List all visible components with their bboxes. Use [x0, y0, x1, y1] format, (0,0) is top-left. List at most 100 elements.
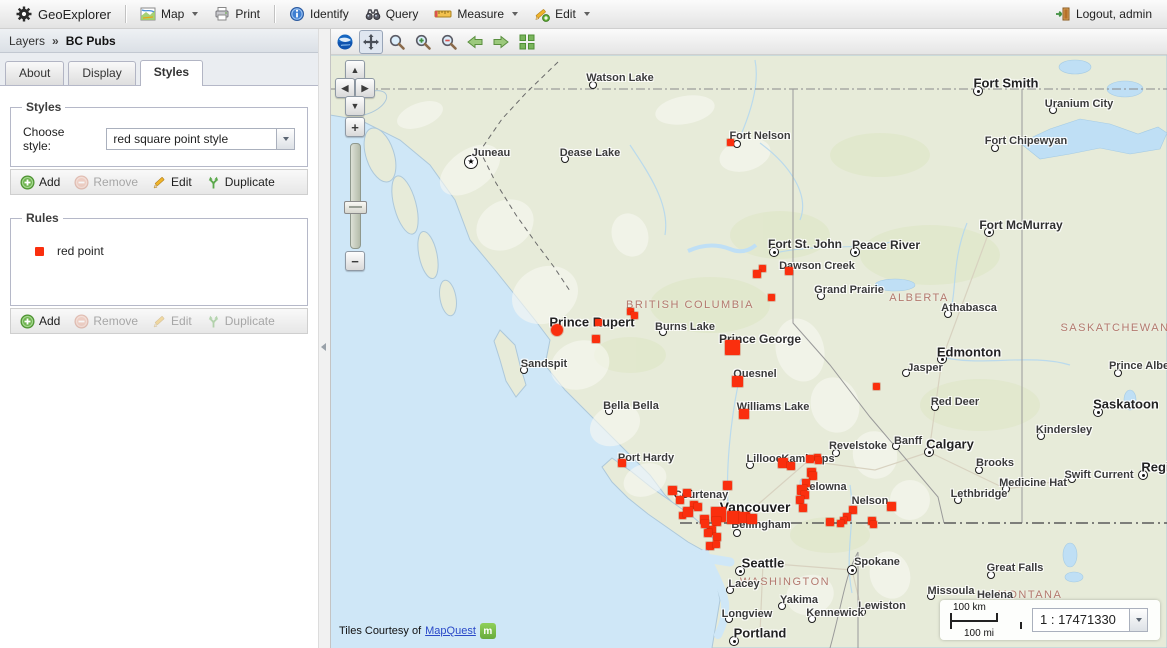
duplicate-icon	[206, 175, 221, 190]
styles-toolbar: Add Remove Edit Duplicate	[10, 169, 308, 195]
zoom-out-tool-button[interactable]	[437, 30, 461, 54]
chevron-down-icon	[283, 137, 289, 141]
button-label: Edit	[171, 314, 192, 328]
toolbar-buttons: Map Print Identify Query Measure Edit	[120, 3, 597, 25]
geoexplorer-brand-button[interactable]: GeoExplorer	[8, 2, 118, 26]
print-button[interactable]: Print	[207, 3, 267, 25]
styles-fieldset: Styles Choose style: red square point st…	[10, 100, 308, 167]
button-label: Edit	[171, 175, 192, 189]
remove-button: Remove	[70, 312, 142, 331]
panel-splitter[interactable]	[318, 29, 331, 648]
button-label: Measure	[457, 7, 504, 21]
zoom-in-button[interactable]: +	[345, 117, 365, 137]
style-combobox-value: red square point style	[107, 129, 276, 149]
button-label: Remove	[93, 314, 138, 328]
pan-up-button[interactable]: ▲	[345, 60, 365, 80]
zoom-slider-track[interactable]	[350, 143, 361, 249]
map-attribution: Tiles Courtesy of MapQuest m	[339, 623, 496, 639]
map-icon	[140, 6, 156, 22]
top-toolbar: GeoExplorer Map Print Identify Query Measure…	[0, 0, 1167, 29]
zoom-slider-handle[interactable]	[344, 201, 367, 214]
styles-tab-body: Styles Choose style: red square point st…	[0, 86, 318, 648]
breadcrumb-separator: »	[52, 34, 59, 48]
rules-toolbar: Add Remove Edit Duplicate	[10, 308, 308, 334]
panel-tab-bar: About Display Styles	[0, 53, 318, 86]
remove-icon	[74, 175, 89, 190]
rules-list: red point	[19, 233, 299, 293]
tab-display[interactable]: Display	[68, 61, 135, 85]
brand-label: GeoExplorer	[38, 7, 111, 22]
duplicate-icon	[206, 314, 221, 329]
chevron-down-icon	[1136, 618, 1142, 622]
map-canvas[interactable]: BRITISH COLUMBIAALBERTASASKATCHEWANWASHI…	[330, 55, 1167, 648]
button-label: Remove	[93, 175, 138, 189]
mapquest-logo-icon: m	[480, 623, 496, 639]
edit-button[interactable]: Edit	[527, 3, 597, 25]
mapquest-link[interactable]: MapQuest	[425, 625, 476, 637]
add-button[interactable]: Add	[16, 312, 64, 331]
rule-item[interactable]: red point	[25, 241, 293, 261]
scale-km-label: 100 km	[953, 602, 986, 613]
styles-legend: Styles	[22, 100, 65, 114]
button-label: Query	[386, 7, 419, 21]
button-label: Edit	[555, 7, 576, 21]
pencil-icon	[152, 175, 167, 190]
logout-button[interactable]: Logout, admin	[1048, 3, 1159, 25]
basemap	[330, 55, 1167, 648]
pan-left-button[interactable]: ◀	[335, 78, 355, 98]
map-section: BRITISH COLUMBIAALBERTASASKATCHEWANWASHI…	[330, 29, 1167, 648]
add-icon	[20, 314, 35, 329]
remove-icon	[74, 314, 89, 329]
zoom-tool-button[interactable]	[385, 30, 409, 54]
next-extent-tool-button[interactable]	[489, 30, 513, 54]
pan-tool-button[interactable]	[359, 30, 383, 54]
query-icon	[365, 6, 381, 22]
logout-label: Logout, admin	[1076, 7, 1152, 21]
tab-about[interactable]: About	[5, 61, 64, 85]
pan-right-button[interactable]: ▶	[355, 78, 375, 98]
button-label: Duplicate	[225, 314, 275, 328]
style-combobox-trigger[interactable]	[276, 129, 294, 149]
edit-icon	[534, 6, 550, 22]
previous-extent-tool-button[interactable]	[463, 30, 487, 54]
pan-down-button[interactable]: ▼	[345, 96, 365, 116]
zoom-in-tool-button[interactable]	[411, 30, 435, 54]
pencil-icon	[152, 314, 167, 329]
button-label: Map	[161, 7, 184, 21]
breadcrumb-current-layer: BC Pubs	[66, 34, 116, 48]
query-button[interactable]: Query	[358, 3, 426, 25]
identify-button[interactable]: Identify	[282, 3, 356, 25]
collapse-left-icon[interactable]	[321, 343, 326, 351]
rules-legend: Rules	[22, 211, 63, 225]
edit-button[interactable]: Edit	[148, 173, 196, 192]
measure-icon	[434, 6, 452, 22]
edit-button: Edit	[148, 312, 196, 331]
breadcrumb-layers-link[interactable]: Layers	[9, 34, 45, 48]
print-icon	[214, 6, 230, 22]
button-label: Print	[235, 7, 260, 21]
scale-bar: 100 km 100 mi	[948, 602, 1022, 638]
duplicate-button[interactable]: Duplicate	[202, 173, 279, 192]
max-extent-tool-button[interactable]	[515, 30, 539, 54]
zoom-out-button[interactable]: −	[345, 251, 365, 271]
map-toolbar	[330, 29, 1167, 55]
scale-panel: 100 km 100 mi 1 : 17471330	[940, 600, 1160, 640]
scale-combobox-trigger[interactable]	[1129, 609, 1147, 631]
add-button[interactable]: Add	[16, 173, 64, 192]
map-button[interactable]: Map	[133, 3, 205, 25]
button-label: Add	[39, 175, 60, 189]
button-label: Identify	[310, 7, 349, 21]
button-label: Add	[39, 314, 60, 328]
toolbar-separator	[125, 5, 126, 23]
layer-style-panel: Layers » BC Pubs About Display Styles St…	[0, 29, 318, 648]
google-earth-tool-button[interactable]	[333, 30, 357, 54]
tab-styles[interactable]: Styles	[140, 60, 203, 86]
breadcrumb: Layers » BC Pubs	[0, 29, 318, 53]
identify-icon	[289, 6, 305, 22]
chevron-down-icon	[584, 12, 590, 16]
gear-logo-icon	[15, 5, 33, 23]
choose-style-label: Choose style:	[23, 125, 94, 153]
measure-button[interactable]: Measure	[427, 3, 525, 25]
scale-combobox[interactable]: 1 : 17471330	[1032, 608, 1148, 632]
style-combobox[interactable]: red square point style	[106, 128, 295, 150]
